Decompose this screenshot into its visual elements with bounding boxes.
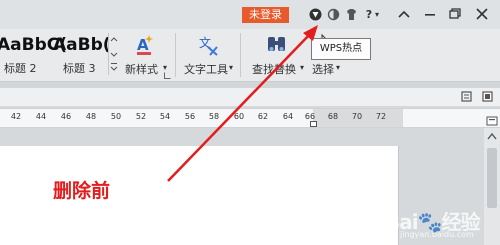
- watermark-url: jingyan.baidu.com: [400, 230, 474, 239]
- annotation-label: 删除前: [53, 180, 111, 202]
